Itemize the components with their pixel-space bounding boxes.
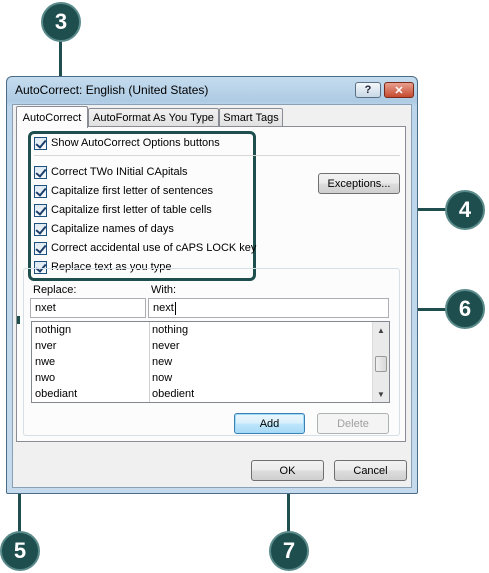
delete-button[interactable]: Delete (317, 413, 389, 434)
show-options-checkbox[interactable] (34, 136, 47, 150)
cancel-button[interactable]: Cancel (334, 460, 407, 481)
list-replace-cell: nwe (35, 356, 56, 368)
callout-4: 4 (445, 190, 485, 230)
replacement-list[interactable]: nothign nothing nver never nwe new nwo n… (31, 321, 390, 403)
list-item[interactable]: nwo now (32, 371, 384, 387)
list-with-cell: nothing (152, 324, 189, 336)
checkbox[interactable] (34, 165, 47, 179)
show-options-label: Show AutoCorrect Options buttons (51, 137, 220, 149)
list-item[interactable]: nothign nothing (32, 323, 384, 339)
list-replace-cell: obediant (35, 388, 78, 400)
checkbox[interactable] (34, 222, 47, 236)
close-button[interactable]: ✕ (384, 82, 414, 98)
list-scrollbar[interactable]: ▲ ▼ (372, 322, 389, 402)
list-replace-cell: nver (35, 340, 57, 352)
option-capitalize-sentences[interactable]: Capitalize first letter of sentences (34, 183, 213, 199)
list-item[interactable]: obediant obedient (32, 387, 384, 402)
option-label: Capitalize first letter of table cells (51, 204, 212, 216)
scroll-up-icon[interactable]: ▲ (373, 322, 389, 338)
option-label: Correct TWo INitial CApitals (51, 166, 188, 178)
tab-autoformat-as-you-type[interactable]: AutoFormat As You Type (88, 108, 219, 127)
scroll-down-icon[interactable]: ▼ (373, 386, 389, 402)
list-item[interactable]: nver never (32, 339, 384, 355)
text-cursor (174, 301, 176, 315)
scrollbar-thumb[interactable] (375, 356, 387, 372)
callout-7: 7 (269, 531, 309, 571)
checkbox[interactable] (34, 203, 47, 217)
option-capitalize-table-cells[interactable]: Capitalize first letter of table cells (34, 202, 212, 218)
option-correct-caps-lock[interactable]: Correct accidental use of cAPS LOCK key (34, 240, 256, 256)
callout-3: 3 (41, 2, 81, 42)
list-with-cell: never (152, 340, 180, 352)
option-capitalize-names-of-days[interactable]: Capitalize names of days (34, 221, 174, 237)
option-label: Capitalize names of days (51, 223, 174, 235)
replace-input[interactable]: nxet (30, 298, 146, 318)
options-divider (34, 155, 400, 156)
replace-label: Replace: (33, 284, 77, 296)
help-button[interactable]: ? (355, 82, 381, 98)
replace-highlight-box (17, 316, 20, 324)
list-with-cell: new (152, 356, 173, 368)
list-with-cell: obedient (152, 388, 195, 400)
list-replace-cell: nothign (35, 324, 72, 336)
option-label: Capitalize first letter of sentences (51, 185, 214, 197)
dialog-title: AutoCorrect: English (United States) (15, 83, 209, 97)
checkbox[interactable] (34, 184, 47, 198)
ok-button[interactable]: OK (251, 460, 324, 481)
add-button[interactable]: Add (234, 413, 305, 434)
with-input[interactable]: next (148, 298, 389, 318)
checkbox[interactable] (34, 241, 47, 255)
with-input-value: next (153, 302, 174, 314)
show-options-checkbox-row[interactable]: Show AutoCorrect Options buttons (34, 135, 220, 151)
list-item[interactable]: nwe new (32, 355, 384, 371)
list-replace-cell: nwo (35, 372, 56, 384)
with-label: With: (151, 284, 177, 296)
option-label: Correct accidental use of cAPS LOCK key (51, 242, 257, 254)
callout-6: 6 (445, 289, 485, 329)
callout-5: 5 (0, 531, 40, 571)
list-with-cell: now (152, 372, 173, 384)
tab-smart-tags[interactable]: Smart Tags (219, 108, 283, 127)
option-correct-two-initial-capitals[interactable]: Correct TWo INitial CApitals (34, 164, 188, 180)
tab-autocorrect[interactable]: AutoCorrect (16, 106, 88, 128)
exceptions-button[interactable]: Exceptions... (318, 173, 400, 194)
